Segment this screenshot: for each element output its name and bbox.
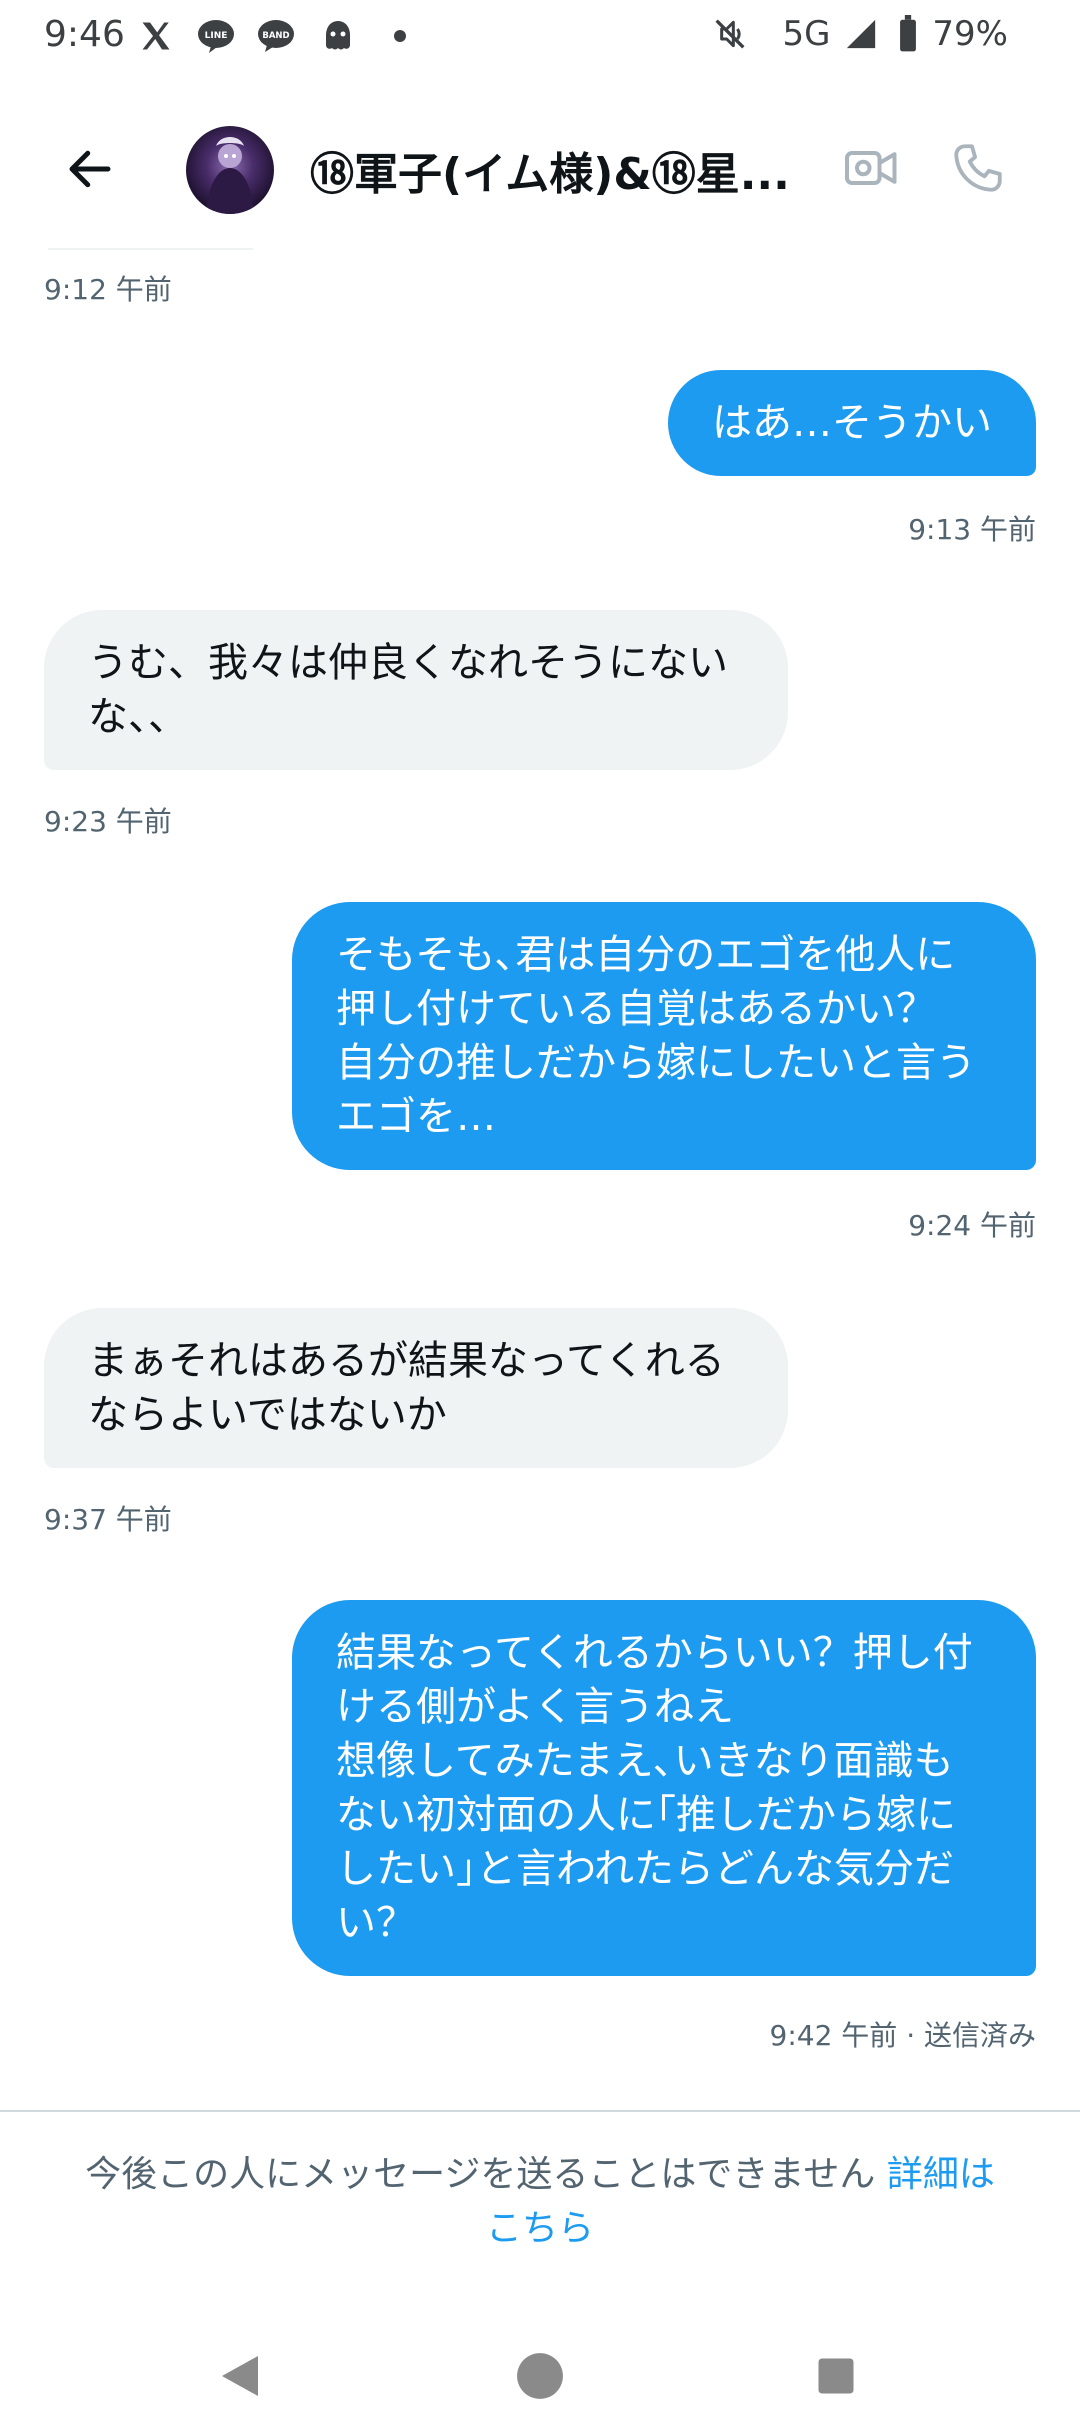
avatar[interactable] [186,126,274,214]
conversation-title[interactable]: ⑱軍子(イム様)&⑱星... [310,138,830,202]
message-bubble-received[interactable]: うむ、我々は仲良くなれそうにない な、、 [44,610,788,770]
message-line: な、、 [88,694,188,740]
nav-back-button[interactable] [210,2346,270,2406]
band-app-icon: BAND [256,16,296,56]
dot-icon [380,16,420,56]
message-line: ならよいではないか [88,1392,447,1438]
system-nav-bar [0,2320,1080,2432]
message-line: ない初対面の人に｢推しだから嫁に [336,1792,956,1838]
voice-call-button[interactable] [944,134,1012,202]
video-call-button[interactable] [838,134,906,202]
message-line: したい｣と言われたらどんな気分だ [336,1846,954,1892]
message-bubble-sent[interactable]: そもそも､君は自分のエゴを他人に 押し付けている自覚はあるかい？ 自分の推しだか… [292,902,1036,1170]
message-divider [48,248,253,250]
avatar-image [206,137,254,214]
signal-icon [844,17,878,51]
notice-text: 今後この人にメッセージを送ることはできません [85,2154,876,2195]
svg-text:BAND: BAND [262,31,289,41]
nav-home-icon [517,2353,563,2399]
video-call-icon [845,151,897,185]
message-line: エゴを… [336,1094,496,1140]
message-bubble-sent[interactable]: はあ…そうかい [668,370,1036,476]
dm-disabled-notice: 今後この人にメッセージを送ることはできません 詳細は こちら [40,2148,1040,2256]
back-button[interactable] [50,134,130,204]
message-line: まぁそれはあるが結果なってくれる [88,1338,725,1384]
message-timestamp: 9:13 午前 [908,513,1036,546]
message-line: 想像してみたまえ､いきなり面識も [336,1738,954,1784]
x-logo-icon [136,16,176,56]
nav-home-button[interactable] [510,2346,570,2406]
message-line: そもそも､君は自分のエゴを他人に [336,932,956,978]
phone-icon [954,144,1002,192]
nav-back-icon [222,2356,258,2396]
message-line: 押し付けている自覚はあるかい？ [336,986,936,1032]
composer-divider [0,2110,1080,2112]
message-line: うむ、我々は仲良くなれそうにない [88,640,728,686]
message-timestamp: 9:42 午前 · 送信済み [769,2019,1036,2052]
nav-recents-button[interactable] [806,2346,866,2406]
message-line: い？ [336,1900,416,1946]
line-app-icon: LINE [196,16,236,56]
status-bar: 9:46 LINE BAND 5G 79% [0,0,1080,72]
network-type: 5G [782,14,831,54]
message-line: ける側がよく言うねえ [336,1684,734,1730]
mute-icon [710,14,750,54]
message-line: 自分の推しだから嫁にしたいと言う [336,1040,976,1086]
back-arrow-icon [69,150,111,188]
message-bubble-sent[interactable]: 結果なってくれるからいい？押し付 ける側がよく言うねえ 想像してみたまえ､いきな… [292,1600,1036,1976]
conversation-header: ⑱軍子(イム様)&⑱星... [0,96,1080,246]
battery-icon [898,15,918,53]
message-timestamp: 9:12 午前 [44,273,172,306]
message-timestamp: 9:23 午前 [44,805,172,838]
battery-level: 79% [932,14,1008,54]
message-line: 結果なってくれるからいい？押し付 [336,1630,973,1676]
message-line: はあ…そうかい [712,400,992,446]
svg-text:LINE: LINE [205,31,228,41]
nav-recents-icon [818,2358,854,2394]
message-timestamp: 9:37 午前 [44,1503,172,1536]
ghost-app-icon [318,16,358,56]
message-bubble-received[interactable]: まぁそれはあるが結果なってくれる ならよいではないか [44,1308,788,1468]
message-timestamp: 9:24 午前 [908,1209,1036,1242]
status-time: 9:46 [44,14,125,55]
